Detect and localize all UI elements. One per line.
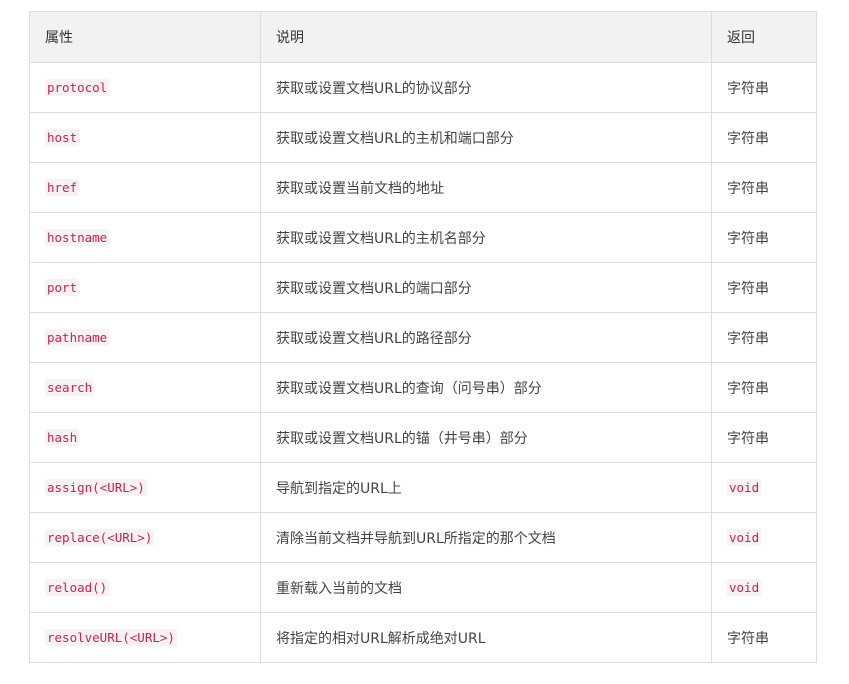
returns-cell: 字符串 [711, 612, 817, 663]
property-cell: replace(<URL>) [29, 512, 261, 563]
description-cell: 获取或设置文档URL的查询（问号串）部分 [260, 362, 712, 413]
table-row: reload() 重新载入当前的文档 void [29, 562, 817, 613]
description-cell: 获取或设置文档URL的锚（井号串）部分 [260, 412, 712, 463]
property-cell: port [29, 262, 261, 313]
description-cell: 导航到指定的URL上 [260, 462, 712, 513]
header-returns: 返回 [711, 11, 817, 63]
property-code: pathname [45, 328, 110, 346]
returns-cell: void [711, 462, 817, 513]
header-row: 属性 说明 返回 [29, 11, 817, 63]
description-cell: 重新载入当前的文档 [260, 562, 712, 613]
property-cell: reload() [29, 562, 261, 613]
property-cell: assign(<URL>) [29, 462, 261, 513]
property-cell: pathname [29, 312, 261, 363]
header-description: 说明 [260, 11, 712, 63]
table-row: port 获取或设置文档URL的端口部分 字符串 [29, 262, 817, 313]
returns-cell: 字符串 [711, 312, 817, 363]
property-code: href [45, 178, 80, 196]
table-row: pathname 获取或设置文档URL的路径部分 字符串 [29, 312, 817, 363]
table-row: hash 获取或设置文档URL的锚（井号串）部分 字符串 [29, 412, 817, 463]
property-code: hostname [45, 228, 110, 246]
table-row: search 获取或设置文档URL的查询（问号串）部分 字符串 [29, 362, 817, 413]
description-cell: 获取或设置当前文档的地址 [260, 162, 712, 213]
description-cell: 清除当前文档并导航到URL所指定的那个文档 [260, 512, 712, 563]
table-row: protocol 获取或设置文档URL的协议部分 字符串 [29, 62, 817, 113]
returns-cell: 字符串 [711, 362, 817, 413]
returns-cell: 字符串 [711, 112, 817, 163]
property-code: search [45, 378, 95, 396]
description-cell: 获取或设置文档URL的主机和端口部分 [260, 112, 712, 163]
returns-cell: void [711, 562, 817, 613]
returns-cell: 字符串 [711, 262, 817, 313]
returns-cell: 字符串 [711, 412, 817, 463]
property-code: hash [45, 428, 80, 446]
property-cell: host [29, 112, 261, 163]
table-row: assign(<URL>) 导航到指定的URL上 void [29, 462, 817, 513]
property-code: assign(<URL>) [45, 478, 147, 496]
property-code: replace(<URL>) [45, 528, 155, 546]
description-cell: 获取或设置文档URL的端口部分 [260, 262, 712, 313]
property-code: protocol [45, 78, 110, 96]
returns-cell: void [711, 512, 817, 563]
table-header: 属性 说明 返回 [29, 11, 817, 63]
table-row: href 获取或设置当前文档的地址 字符串 [29, 162, 817, 213]
description-cell: 将指定的相对URL解析成绝对URL [260, 612, 712, 663]
returns-cell: 字符串 [711, 212, 817, 263]
properties-table: 属性 说明 返回 protocol 获取或设置文档URL的协议部分 字符串 ho… [29, 11, 817, 663]
table-body: protocol 获取或设置文档URL的协议部分 字符串 host 获取或设置文… [29, 62, 817, 663]
property-cell: href [29, 162, 261, 213]
property-code: reload() [45, 578, 110, 596]
property-code: host [45, 128, 80, 146]
table-row: resolveURL(<URL>) 将指定的相对URL解析成绝对URL 字符串 [29, 612, 817, 663]
returns-code: void [727, 528, 762, 546]
header-property: 属性 [29, 11, 261, 63]
returns-code: void [727, 578, 762, 596]
returns-code: void [727, 478, 762, 496]
table-row: replace(<URL>) 清除当前文档并导航到URL所指定的那个文档 voi… [29, 512, 817, 563]
property-code: resolveURL(<URL>) [45, 628, 177, 646]
returns-cell: 字符串 [711, 162, 817, 213]
property-cell: hash [29, 412, 261, 463]
property-cell: resolveURL(<URL>) [29, 612, 261, 663]
property-code: port [45, 278, 80, 296]
property-cell: search [29, 362, 261, 413]
property-cell: protocol [29, 62, 261, 113]
table-row: host 获取或设置文档URL的主机和端口部分 字符串 [29, 112, 817, 163]
table-row: hostname 获取或设置文档URL的主机名部分 字符串 [29, 212, 817, 263]
returns-cell: 字符串 [711, 62, 817, 113]
property-cell: hostname [29, 212, 261, 263]
description-cell: 获取或设置文档URL的主机名部分 [260, 212, 712, 263]
description-cell: 获取或设置文档URL的协议部分 [260, 62, 712, 113]
description-cell: 获取或设置文档URL的路径部分 [260, 312, 712, 363]
